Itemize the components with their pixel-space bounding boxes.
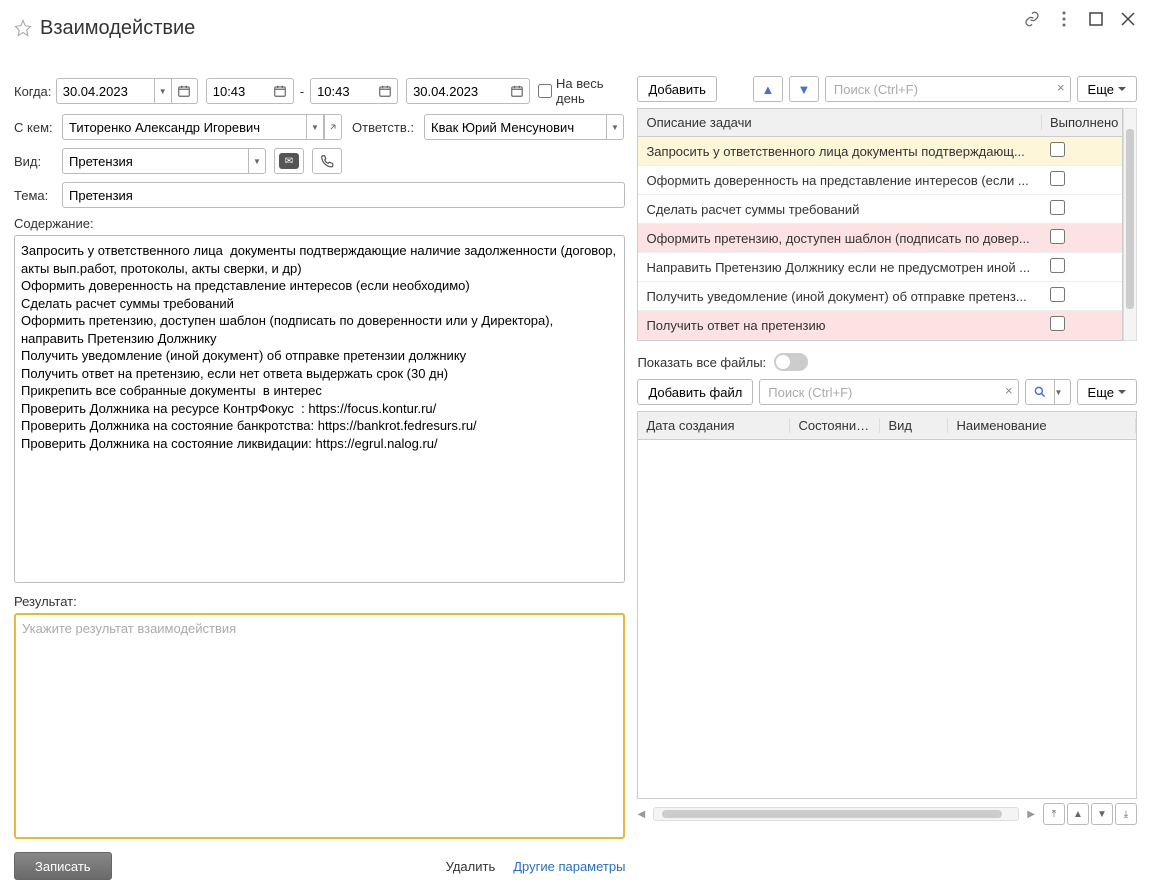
task-row-done-checkbox[interactable] <box>1050 258 1065 273</box>
link-icon[interactable] <box>1023 10 1041 28</box>
file-hscrollbar[interactable] <box>653 807 1019 821</box>
result-label: Результат: <box>14 594 625 609</box>
task-row-description: Запросить у ответственного лица документ… <box>638 144 1042 159</box>
task-row-done-checkbox[interactable] <box>1050 200 1065 215</box>
favorite-star-icon[interactable] <box>14 19 32 37</box>
add-file-button[interactable]: Добавить файл <box>637 379 753 405</box>
task-row[interactable]: Сделать расчет суммы требований <box>638 195 1122 224</box>
show-all-files-toggle[interactable] <box>774 353 808 371</box>
arrow-down-icon: ▼ <box>797 82 810 97</box>
task-scrollbar[interactable] <box>1123 108 1137 341</box>
chevron-down-icon: ▼ <box>1055 388 1063 397</box>
all-day-checkbox[interactable] <box>538 83 552 99</box>
time-start-input[interactable] <box>206 78 268 104</box>
task-row[interactable]: Запросить у ответственного лица документ… <box>638 137 1122 166</box>
search-icon <box>1033 385 1047 399</box>
topic-label: Тема: <box>14 188 62 203</box>
time-end-calendar-icon[interactable] <box>372 78 398 104</box>
close-icon[interactable] <box>1119 10 1137 28</box>
with-label: С кем: <box>14 120 62 135</box>
arrow-up-icon: ▲ <box>761 82 774 97</box>
task-row-done-checkbox[interactable] <box>1050 171 1065 186</box>
hscroll-left-icon[interactable]: ◀ <box>637 809 645 820</box>
kebab-menu-icon[interactable] <box>1055 10 1073 28</box>
date-end-input[interactable] <box>406 78 504 104</box>
other-params-link[interactable]: Другие параметры <box>513 859 625 874</box>
phone-button[interactable] <box>312 148 342 174</box>
email-icon: ✉ <box>279 153 299 169</box>
task-row-description: Получить ответ на претензию <box>638 318 1042 333</box>
date-end-calendar-icon[interactable] <box>504 78 530 104</box>
all-day-label: На весь день <box>556 76 625 106</box>
file-col-kind: Вид <box>880 418 948 433</box>
window-title: Взаимодействие <box>40 17 195 40</box>
task-col-done: Выполнено <box>1042 115 1122 130</box>
date-start-dropdown[interactable]: ▼ <box>154 78 172 104</box>
task-row[interactable]: Получить ответ на претензию <box>638 311 1122 340</box>
time-start-calendar-icon[interactable] <box>268 78 294 104</box>
responsible-label: Ответств.: <box>352 120 424 135</box>
task-row[interactable]: Оформить претензию, доступен шаблон (под… <box>638 224 1122 253</box>
show-all-files-label: Показать все файлы: <box>637 355 766 370</box>
topic-input[interactable] <box>62 182 625 208</box>
task-col-description: Описание задачи <box>638 115 1042 130</box>
maximize-icon[interactable] <box>1087 10 1105 28</box>
task-search-input[interactable] <box>825 76 1071 102</box>
write-button[interactable]: Записать <box>14 852 112 880</box>
task-row[interactable]: Получить уведомление (иной документ) об … <box>638 282 1122 311</box>
task-row-done-checkbox[interactable] <box>1050 142 1065 157</box>
task-row-done-checkbox[interactable] <box>1050 287 1065 302</box>
time-dash: - <box>300 84 304 99</box>
nav-up-button[interactable]: ▲ <box>1067 803 1089 825</box>
with-open-icon[interactable] <box>324 114 342 140</box>
nav-down-button[interactable]: ▼ <box>1091 803 1113 825</box>
file-col-state: Состояние ... <box>790 418 880 433</box>
task-row-description: Оформить доверенность на представление и… <box>638 173 1042 188</box>
result-textarea[interactable] <box>14 613 625 839</box>
nav-first-button[interactable]: ⤒ <box>1043 803 1065 825</box>
kind-input[interactable] <box>62 148 248 174</box>
responsible-input[interactable] <box>424 114 606 140</box>
with-input[interactable] <box>62 114 306 140</box>
kind-label: Вид: <box>14 154 62 169</box>
with-dropdown[interactable]: ▼ <box>306 114 324 140</box>
task-row-done-checkbox[interactable] <box>1050 229 1065 244</box>
content-textarea[interactable] <box>14 235 625 583</box>
task-row-description: Сделать расчет суммы требований <box>638 202 1042 217</box>
hscroll-right-icon[interactable]: ▶ <box>1027 809 1035 820</box>
move-up-button[interactable]: ▲ <box>753 76 783 102</box>
task-row[interactable]: Направить Претензию Должнику если не пре… <box>638 253 1122 282</box>
move-down-button[interactable]: ▼ <box>789 76 819 102</box>
task-row-done-checkbox[interactable] <box>1050 316 1065 331</box>
task-more-button[interactable]: Еще <box>1077 76 1137 102</box>
task-search-clear-icon[interactable]: × <box>1057 80 1065 95</box>
task-row-description: Получить уведомление (иной документ) об … <box>638 289 1042 304</box>
file-col-created: Дата создания <box>638 418 790 433</box>
responsible-dropdown[interactable]: ▼ <box>606 114 624 140</box>
email-button[interactable]: ✉ <box>274 148 304 174</box>
date-start-calendar-icon[interactable] <box>172 78 198 104</box>
task-row-description: Оформить претензию, доступен шаблон (под… <box>638 231 1042 246</box>
file-search-clear-icon[interactable]: × <box>1005 383 1013 398</box>
task-row[interactable]: Оформить доверенность на представление и… <box>638 166 1122 195</box>
file-search-input[interactable] <box>759 379 1018 405</box>
task-row-description: Направить Претензию Должнику если не пре… <box>638 260 1042 275</box>
when-label: Когда: <box>14 84 56 99</box>
nav-last-button[interactable]: ⤓ <box>1115 803 1137 825</box>
time-end-input[interactable] <box>310 78 372 104</box>
delete-link[interactable]: Удалить <box>446 859 496 874</box>
date-start-input[interactable] <box>56 78 154 104</box>
file-col-name: Наименование <box>948 418 1136 433</box>
file-more-button[interactable]: Еще <box>1077 379 1137 405</box>
file-search-dropdown[interactable]: ▼ <box>1055 379 1071 405</box>
kind-dropdown[interactable]: ▼ <box>248 148 266 174</box>
content-label: Содержание: <box>14 216 625 231</box>
file-search-button[interactable] <box>1025 379 1055 405</box>
add-task-button[interactable]: Добавить <box>637 76 716 102</box>
